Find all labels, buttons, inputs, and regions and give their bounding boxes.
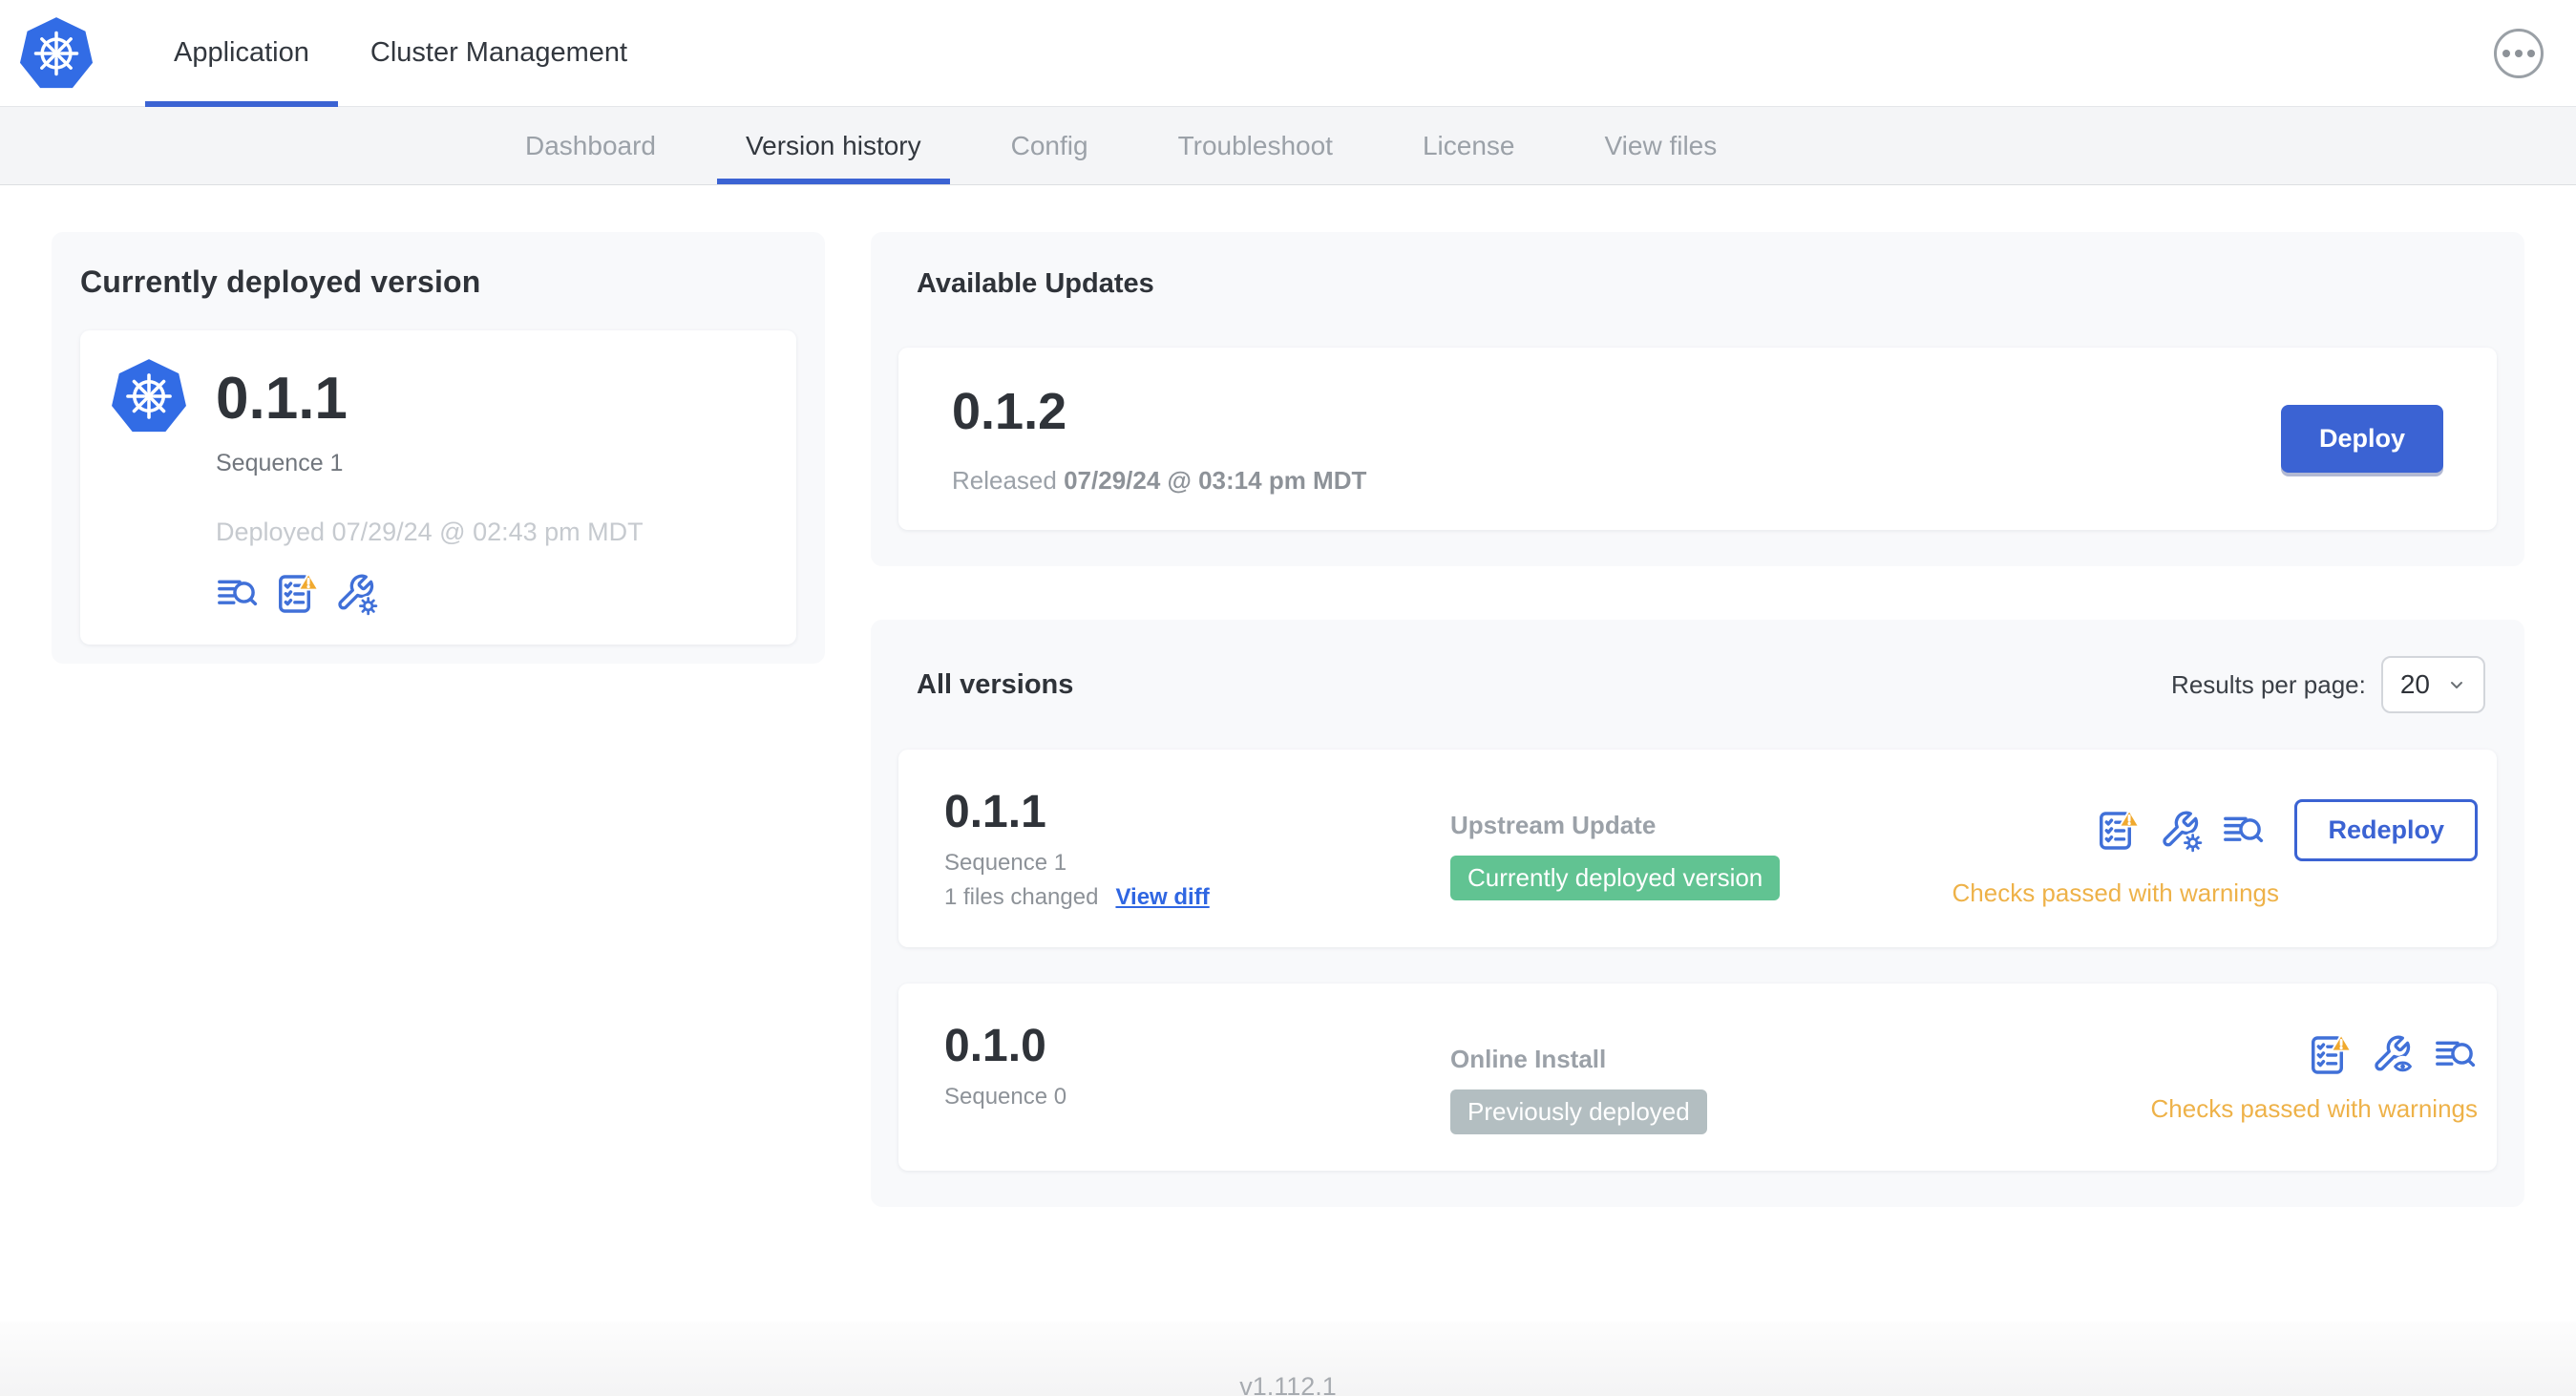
view-diff-link[interactable]: View diff [1115,884,1209,911]
all-versions-panel: All versions Results per page: 20 0.1.1 … [871,620,2524,1207]
row-source-label: Online Install [1450,1045,1607,1073]
row-source-label: Upstream Update [1450,811,1657,839]
status-badge-currently-deployed: Currently deployed version [1450,856,1781,900]
update-version-number: 0.1.2 [952,383,1067,440]
subnav-dashboard[interactable]: Dashboard [496,107,685,184]
console-version: v1.112.1 [1239,1371,1337,1396]
ellipsis-icon [2502,49,2510,57]
update-released-timestamp: Released 07/29/24 @ 03:14 pm MDT [952,466,1367,495]
tab-cluster-management[interactable]: Cluster Management [340,0,658,106]
currently-deployed-panel: Currently deployed version 0.1.1 Sequenc… [52,232,825,664]
row-sequence: Sequence 0 [944,1084,1067,1110]
available-update-card: 0.1.2 Released 07/29/24 @ 03:14 pm MDT D… [898,348,2497,530]
currently-deployed-title: Currently deployed version [80,264,481,299]
subnav-view-files[interactable]: View files [1575,107,1745,184]
preflight-checks-warning-icon[interactable] [2308,1033,2352,1077]
deployed-sequence: Sequence 1 [216,450,344,476]
view-logs-icon[interactable] [216,572,260,616]
preflight-status-text: Checks passed with warnings [1952,878,2280,907]
preflight-checks-warning-icon[interactable] [275,572,319,616]
deployed-timestamp: Deployed 07/29/24 @ 02:43 pm MDT [216,518,644,546]
currently-deployed-card: 0.1.1 Sequence 1 Deployed 07/29/24 @ 02:… [80,330,796,645]
row-files-changed: 1 files changed [944,884,1099,910]
chevron-down-icon [2451,682,2462,688]
view-config-icon[interactable] [2371,1033,2415,1077]
available-updates-panel: Available Updates 0.1.2 Released 07/29/2… [871,232,2524,566]
top-header: Application Cluster Management [0,0,2576,107]
redeploy-button[interactable]: Redeploy [2294,799,2478,861]
available-updates-title: Available Updates [917,268,1154,299]
app-icon-kubernetes [109,357,189,440]
subnav-troubleshoot[interactable]: Troubleshoot [1150,107,1362,184]
deploy-button[interactable]: Deploy [2280,405,2443,473]
results-per-page-select[interactable]: 20 [2380,656,2485,713]
main-content: Currently deployed version 0.1.1 Sequenc… [0,185,2576,1266]
page-footer: v1.112.1 [0,1322,2576,1396]
app-subnav: Dashboard Version history Config Trouble… [0,107,2576,185]
subnav-version-history[interactable]: Version history [716,107,950,184]
row-sequence: Sequence 1 [944,850,1067,876]
tab-cluster-management-label: Cluster Management [370,37,628,68]
row-version-number: 0.1.1 [944,787,1046,837]
edit-config-icon[interactable] [334,572,378,616]
subnav-license[interactable]: License [1394,107,1544,184]
preflight-checks-warning-icon[interactable] [2096,808,2141,853]
status-badge-previously-deployed: Previously deployed [1450,1089,1707,1134]
edit-config-icon[interactable] [2159,809,2204,853]
view-logs-icon[interactable] [2434,1033,2478,1077]
results-per-page-label: Results per page: [2171,669,2366,699]
header-tabs: Application Cluster Management [143,0,658,107]
view-logs-icon[interactable] [2222,809,2266,853]
preflight-status-text: Checks passed with warnings [2150,1094,2479,1123]
tab-application-label: Application [174,37,309,68]
tab-application[interactable]: Application [143,0,340,107]
subnav-config[interactable]: Config [982,107,1117,184]
version-row-0-1-1: 0.1.1 Sequence 1 1 files changed View di… [898,750,2497,947]
kubernetes-logo [15,12,97,95]
row-version-number: 0.1.0 [944,1021,1046,1071]
all-versions-title: All versions [917,668,1074,700]
more-menu-button[interactable] [2494,28,2544,78]
version-row-0-1-0: 0.1.0 Sequence 0 Online Install Previous… [898,984,2497,1171]
deployed-version-number: 0.1.1 [216,366,348,432]
